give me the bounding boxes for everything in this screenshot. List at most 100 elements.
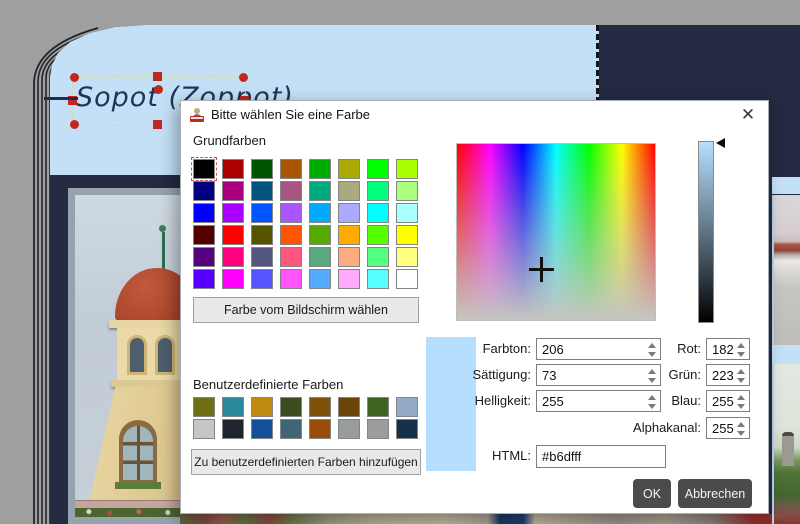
color-swatch[interactable] — [396, 181, 418, 201]
color-swatch[interactable] — [222, 269, 244, 289]
color-swatch[interactable] — [280, 247, 302, 267]
color-swatch[interactable] — [280, 203, 302, 223]
color-swatch[interactable] — [396, 247, 418, 267]
color-swatch[interactable] — [193, 159, 215, 179]
tower-ledge — [109, 320, 191, 328]
color-swatch[interactable] — [367, 225, 389, 245]
dialog-title-bar[interactable]: Bitte wählen Sie eine Farbe ✕ — [181, 101, 768, 129]
color-swatch[interactable] — [367, 247, 389, 267]
color-swatch[interactable] — [280, 159, 302, 179]
color-swatch[interactable] — [251, 225, 273, 245]
photo-frame[interactable] — [68, 188, 198, 524]
page-photos-bottom-edge — [180, 514, 772, 524]
color-swatch[interactable] — [367, 181, 389, 201]
color-swatch[interactable] — [367, 397, 389, 417]
spinner-arrows-icon[interactable] — [737, 368, 746, 384]
color-swatch[interactable] — [396, 203, 418, 223]
selection-handle[interactable] — [153, 72, 162, 81]
lighthouse-silhouette — [782, 432, 794, 466]
color-swatch[interactable] — [309, 159, 331, 179]
html-color-input[interactable]: #b6dfff — [536, 445, 666, 468]
color-swatch[interactable] — [367, 419, 389, 439]
blue-label: Blau: — [601, 390, 701, 412]
color-swatch[interactable] — [280, 225, 302, 245]
selection-handle[interactable] — [70, 120, 79, 129]
color-swatch[interactable] — [338, 203, 360, 223]
color-swatch[interactable] — [222, 159, 244, 179]
color-swatch[interactable] — [280, 269, 302, 289]
color-swatch[interactable] — [280, 419, 302, 439]
color-swatch[interactable] — [309, 225, 331, 245]
color-swatch[interactable] — [222, 203, 244, 223]
color-swatch[interactable] — [222, 225, 244, 245]
color-swatch[interactable] — [396, 419, 418, 439]
blue-spinbox[interactable]: 255 — [706, 390, 750, 412]
spinner-arrows-icon[interactable] — [737, 421, 746, 437]
ok-button[interactable]: OK — [633, 479, 671, 508]
color-swatch[interactable] — [338, 181, 360, 201]
color-swatch[interactable] — [367, 269, 389, 289]
spinner-arrows-icon[interactable] — [737, 394, 746, 410]
color-swatch[interactable] — [251, 181, 273, 201]
color-swatch[interactable] — [396, 225, 418, 245]
color-swatch[interactable] — [309, 397, 331, 417]
green-spinbox[interactable]: 223 — [706, 364, 750, 386]
selection-handle[interactable] — [70, 73, 79, 82]
color-swatch[interactable] — [338, 159, 360, 179]
color-swatch[interactable] — [222, 181, 244, 201]
color-swatch[interactable] — [338, 225, 360, 245]
color-swatch[interactable] — [309, 269, 331, 289]
selection-handle[interactable] — [153, 120, 162, 129]
custom-colors-label: Benutzerdefinierte Farben — [193, 377, 343, 392]
lighthouse-photo[interactable] — [772, 364, 800, 524]
color-swatch[interactable] — [367, 203, 389, 223]
color-swatch[interactable] — [367, 159, 389, 179]
red-spinbox[interactable]: 182 — [706, 338, 750, 360]
color-swatch[interactable] — [280, 181, 302, 201]
tower-spire — [159, 225, 166, 232]
window-sill — [115, 482, 161, 489]
color-swatch[interactable] — [251, 269, 273, 289]
color-swatch[interactable] — [251, 397, 273, 417]
color-swatch[interactable] — [396, 397, 418, 417]
hue-saturation-field[interactable] — [456, 143, 656, 321]
add-custom-color-button[interactable]: Zu benutzerdefinierten Farben hinzufügen — [191, 449, 421, 475]
color-swatch[interactable] — [396, 159, 418, 179]
color-swatch[interactable] — [309, 419, 331, 439]
color-swatch[interactable] — [193, 397, 215, 417]
close-icon[interactable]: ✕ — [731, 103, 765, 127]
color-swatch[interactable] — [193, 247, 215, 267]
color-swatch[interactable] — [396, 269, 418, 289]
color-swatch[interactable] — [251, 159, 273, 179]
html-label: HTML: — [431, 445, 531, 467]
color-swatch[interactable] — [222, 397, 244, 417]
color-swatch[interactable] — [338, 419, 360, 439]
color-swatch[interactable] — [222, 247, 244, 267]
color-swatch[interactable] — [309, 247, 331, 267]
alpha-spinbox[interactable]: 255 — [706, 417, 750, 439]
pick-screen-color-button[interactable]: Farbe vom Bildschirm wählen — [193, 297, 419, 323]
slider-arrow-icon[interactable] — [716, 138, 725, 148]
color-swatch[interactable] — [338, 247, 360, 267]
color-swatch[interactable] — [338, 269, 360, 289]
cancel-button[interactable]: Abbrechen — [678, 479, 752, 508]
color-swatch[interactable] — [222, 419, 244, 439]
color-swatch[interactable] — [338, 397, 360, 417]
alpha-label: Alphakanal: — [601, 417, 701, 439]
color-swatch[interactable] — [251, 419, 273, 439]
color-swatch[interactable] — [280, 397, 302, 417]
color-swatch[interactable] — [251, 247, 273, 267]
color-swatch[interactable] — [193, 419, 215, 439]
spinner-arrows-icon[interactable] — [737, 342, 746, 358]
brightness-slider[interactable] — [698, 141, 714, 323]
color-swatch[interactable] — [193, 181, 215, 201]
color-swatch[interactable] — [251, 203, 273, 223]
selection-handle[interactable] — [239, 73, 248, 82]
rotation-handle[interactable] — [154, 85, 163, 94]
color-swatch[interactable] — [309, 181, 331, 201]
color-swatch[interactable] — [309, 203, 331, 223]
color-swatch[interactable] — [193, 269, 215, 289]
color-swatch[interactable] — [193, 203, 215, 223]
color-swatch[interactable] — [193, 225, 215, 245]
pier-photo[interactable] — [772, 195, 800, 345]
